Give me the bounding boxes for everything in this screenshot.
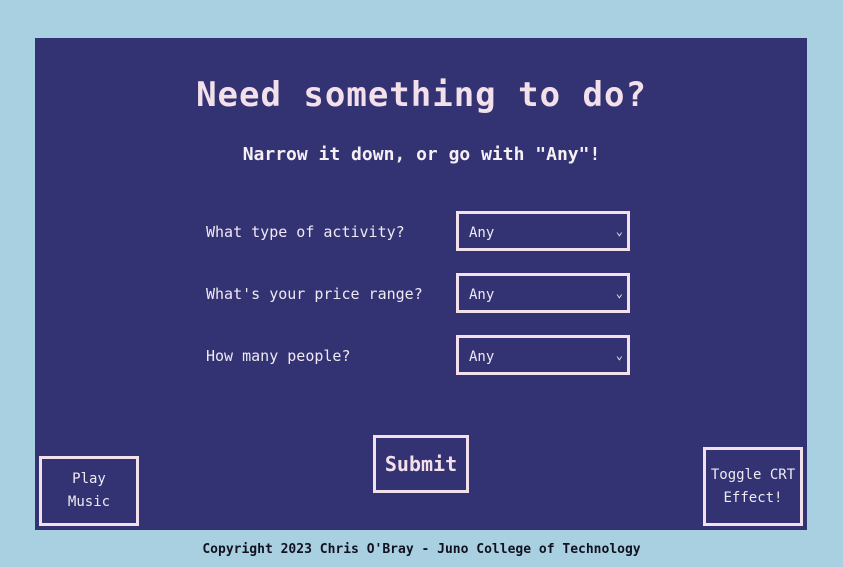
chevron-down-icon: ⌄ bbox=[615, 348, 623, 362]
play-music-label-line1: Play bbox=[72, 471, 106, 487]
page-title: Need something to do? bbox=[196, 75, 647, 115]
people-count-value: Any bbox=[469, 349, 495, 365]
play-music-button[interactable]: Play Music bbox=[39, 456, 139, 526]
play-music-label-line2: Music bbox=[67, 494, 111, 510]
copyright-footer: Copyright 2023 Chris O'Bray - Juno Colle… bbox=[202, 542, 641, 557]
chevron-down-icon: ⌄ bbox=[615, 286, 623, 300]
price-range-select[interactable]: Any ⌄ bbox=[456, 273, 630, 313]
price-range-value: Any bbox=[469, 287, 495, 303]
toggle-crt-button[interactable]: Toggle CRT Effect! bbox=[703, 447, 803, 526]
people-count-label: How many people? bbox=[206, 347, 351, 365]
people-count-select[interactable]: Any ⌄ bbox=[456, 335, 630, 375]
price-range-label: What's your price range? bbox=[206, 285, 423, 303]
toggle-crt-label-line2: Effect! bbox=[723, 489, 783, 506]
submit-button[interactable]: Submit bbox=[373, 435, 469, 493]
chevron-down-icon: ⌄ bbox=[615, 224, 623, 238]
page-subtitle: Narrow it down, or go with "Any"! bbox=[242, 144, 601, 165]
activity-type-select[interactable]: Any ⌄ bbox=[456, 211, 630, 251]
toggle-crt-label-line1: Toggle CRT bbox=[710, 466, 796, 483]
activity-type-label: What type of activity? bbox=[206, 223, 405, 241]
activity-type-value: Any bbox=[469, 225, 495, 241]
